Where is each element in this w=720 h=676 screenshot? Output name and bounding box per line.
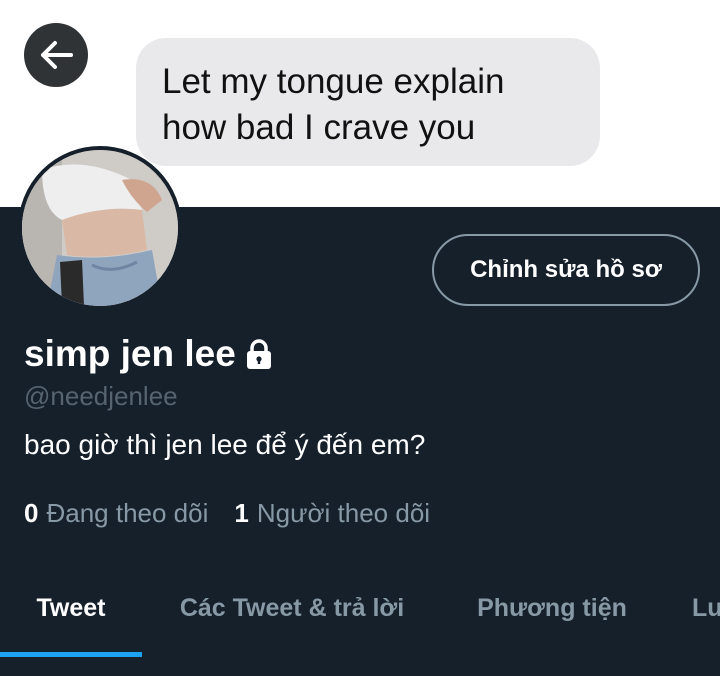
message-line-1: Let my tongue explain xyxy=(162,62,505,101)
followers-label[interactable]: Người theo dõi xyxy=(257,498,430,529)
message-bubble: Let my tongue explain how bad I crave yo… xyxy=(136,38,600,166)
avatar[interactable] xyxy=(18,146,182,310)
display-name: simp jen lee xyxy=(24,333,236,374)
arrow-left-icon xyxy=(41,41,73,69)
edit-profile-button[interactable]: Chỉnh sửa hồ sơ xyxy=(432,234,700,306)
message-line-2: how bad I crave you xyxy=(162,108,476,147)
profile-bio: bao giờ thì jen lee để ý đến em? xyxy=(24,429,426,460)
username-handle: @needjenlee xyxy=(24,381,178,411)
tab-media[interactable]: Phương tiện xyxy=(462,568,642,648)
tab-tweets[interactable]: Tweet xyxy=(0,568,142,648)
following-count[interactable]: 0 xyxy=(24,498,38,529)
tab-likes[interactable]: Lư xyxy=(692,568,720,648)
lock-icon xyxy=(244,338,274,370)
followers-count[interactable]: 1 xyxy=(234,498,248,529)
profile-tabs: Tweet Các Tweet & trả lời Phương tiện Lư xyxy=(0,568,720,656)
back-button[interactable] xyxy=(24,23,88,87)
display-name-row: simp jen lee xyxy=(24,330,274,378)
follow-stats: 0 Đang theo dõi 1 Người theo dõi xyxy=(24,498,430,529)
bottom-divider xyxy=(0,657,720,676)
tab-tweets-and-replies[interactable]: Các Tweet & trả lời xyxy=(162,568,422,648)
following-label[interactable]: Đang theo dõi xyxy=(46,498,208,529)
avatar-image xyxy=(22,150,178,306)
